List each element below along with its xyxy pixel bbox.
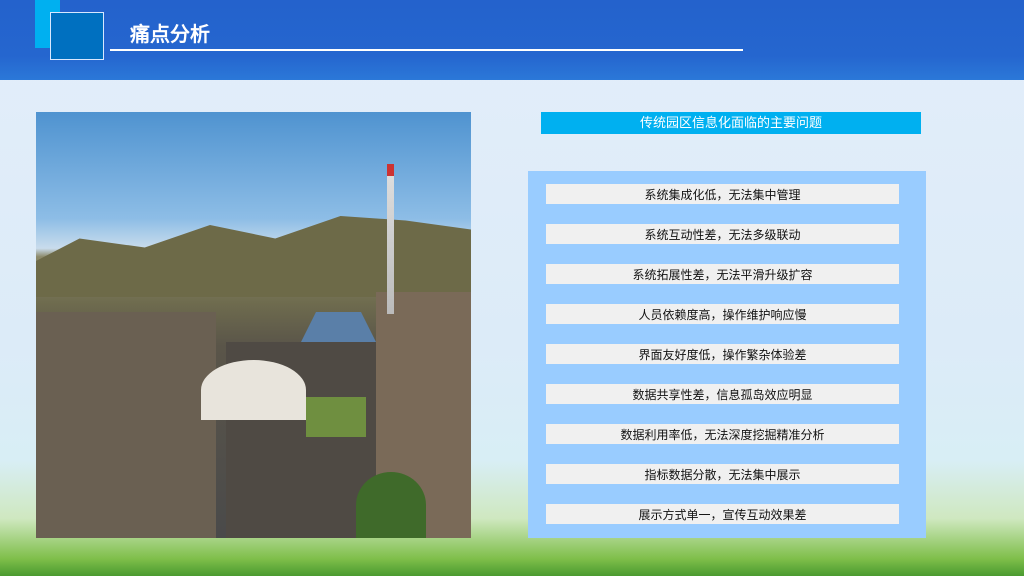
problem-item: 数据共享性差，信息孤岛效应明显 <box>546 384 899 404</box>
photo-courtyard <box>306 397 366 437</box>
photo-arched-roof <box>201 360 306 420</box>
photo-building <box>36 312 216 538</box>
problem-item: 系统互动性差，无法多级联动 <box>546 224 899 244</box>
problem-item: 人员依赖度高，操作维护响应慢 <box>546 304 899 324</box>
problem-item: 系统集成化低，无法集中管理 <box>546 184 899 204</box>
problem-item: 界面友好度低，操作繁杂体验差 <box>546 344 899 364</box>
problem-item: 数据利用率低，无法深度挖掘精准分析 <box>546 424 899 444</box>
photo-roof <box>301 312 376 342</box>
problem-item: 展示方式单一，宣传互动效果差 <box>546 504 899 524</box>
problems-panel: 系统集成化低，无法集中管理 系统互动性差，无法多级联动 系统拓展性差，无法平滑升… <box>528 171 926 538</box>
page-title: 痛点分析 <box>130 22 210 46</box>
photo-chimney <box>387 164 394 314</box>
industrial-park-photo <box>36 112 471 538</box>
photo-tree <box>356 472 426 538</box>
problem-item: 系统拓展性差，无法平滑升级扩容 <box>546 264 899 284</box>
header-bar: 痛点分析 <box>0 0 1024 80</box>
photo-mountains <box>36 216 471 297</box>
decor-square-blue <box>50 12 104 60</box>
title-underline <box>110 49 743 51</box>
problem-item: 指标数据分散，无法集中展示 <box>546 464 899 484</box>
problems-heading: 传统园区信息化面临的主要问题 <box>541 112 921 134</box>
